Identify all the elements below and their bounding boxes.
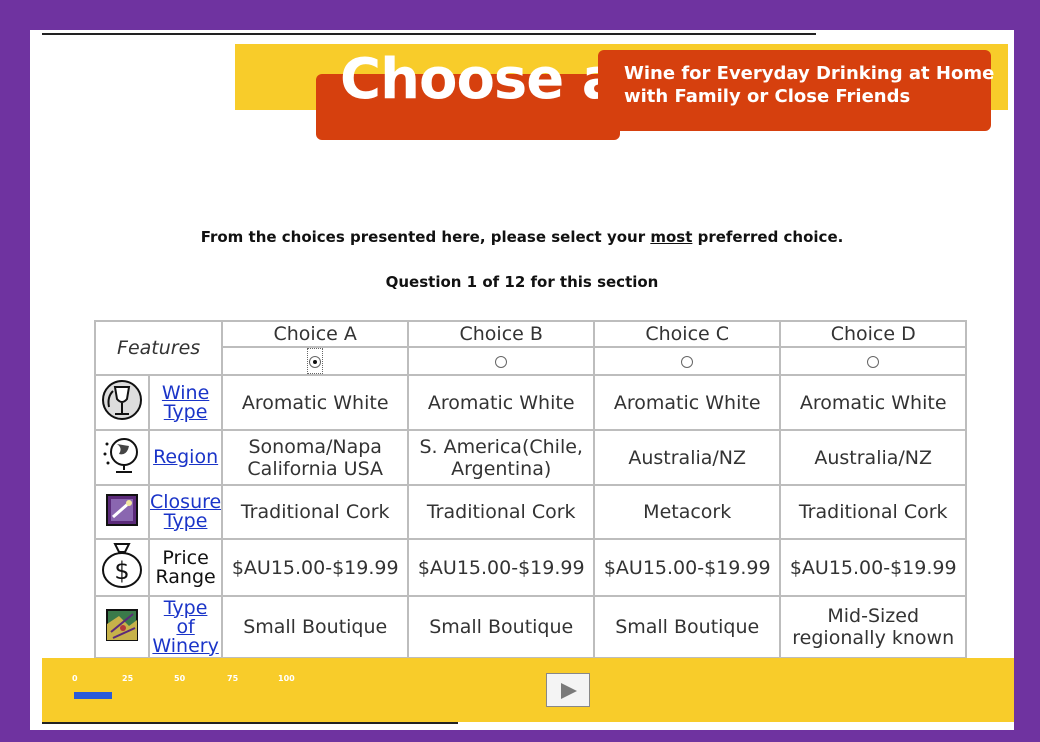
closure-d: Traditional Cork: [779, 484, 968, 540]
choice-a-radio[interactable]: [309, 355, 322, 368]
banner-subtitle-line2: with Family or Close Friends: [624, 86, 911, 107]
closure-type-label[interactable]: Closure Type: [147, 484, 224, 540]
play-icon: [561, 683, 577, 699]
table-row: Wine Type Aromatic White Aromatic White A…: [94, 374, 968, 431]
question-counter: Question 1 of 12 for this section: [385, 273, 659, 291]
region-a: Sonoma/Napa California USA: [221, 429, 410, 486]
closure-a: Traditional Cork: [221, 484, 410, 540]
choice-d-radio[interactable]: [867, 355, 880, 368]
progress-tick: 100: [278, 674, 295, 683]
instruction-emphasis: most: [650, 228, 693, 246]
choice-c-header: Choice C: [593, 320, 782, 348]
banner-subtitle-line1: Wine for Everyday Drinking at Home: [624, 63, 995, 84]
choice-c-radio-cell: [593, 346, 782, 376]
price-c: $AU15.00-$19.99: [593, 538, 782, 597]
choice-b-header: Choice B: [407, 320, 596, 348]
region-link[interactable]: Region: [153, 446, 218, 468]
region-d: Australia/NZ: [779, 429, 968, 486]
wine-type-label[interactable]: Wine Type: [147, 374, 224, 431]
winery-a: Small Boutique: [221, 595, 410, 659]
progress-tick: 0: [72, 674, 78, 683]
type-of-winery-label[interactable]: Type of Winery: [147, 595, 224, 659]
choice-b-radio[interactable]: [495, 355, 508, 368]
table-row: Type of Winery Small Boutique Small Boutiq…: [94, 595, 968, 659]
instruction-before: From the choices presented here, please …: [200, 228, 651, 246]
wine-type-d: Aromatic White: [779, 374, 968, 431]
closure-type-link[interactable]: Closure Type: [151, 491, 220, 532]
price-b: $AU15.00-$19.99: [407, 538, 596, 597]
choice-b-radio-cell: [407, 346, 596, 376]
winery-c: Small Boutique: [593, 595, 782, 659]
label-line: Type: [163, 400, 208, 423]
price-a: $AU15.00-$19.99: [221, 538, 410, 597]
progress-bar: [74, 692, 112, 699]
label-line: Range: [155, 565, 216, 588]
progress-tick: 75: [227, 674, 239, 683]
money-bag-icon: $: [94, 538, 150, 597]
svg-text:$: $: [114, 557, 129, 585]
banner-title: Choose a: [340, 47, 620, 112]
choice-a-radio-cell: [221, 346, 410, 376]
choice-c-radio[interactable]: [681, 355, 694, 368]
vineyard-map-icon: [94, 595, 150, 659]
price-d: $AU15.00-$19.99: [779, 538, 968, 597]
closure-c: Metacork: [593, 484, 782, 540]
features-header: Features: [93, 320, 224, 376]
wine-type-b: Aromatic White: [407, 374, 596, 431]
footer-bar: 0 25 50 75 100: [42, 658, 1014, 722]
wine-type-c: Aromatic White: [593, 374, 782, 431]
label-line: Winery: [152, 634, 219, 657]
wine-type-a: Aromatic White: [221, 374, 410, 431]
table-row: $ Price Range $AU15.00-$19.99 $AU15.00-$1…: [94, 538, 968, 597]
closure-b: Traditional Cork: [407, 484, 596, 540]
banner-subtitle: Wine for Everyday Drinking at Home with …: [598, 50, 995, 131]
table-row: Region Sonoma/Napa California USA S. Ame…: [94, 429, 968, 486]
choice-d-header: Choice D: [779, 320, 968, 348]
globe-icon: [94, 429, 150, 486]
region-b: S. America(Chile, Argentina): [407, 429, 596, 486]
wine-type-link[interactable]: Wine Type: [162, 382, 209, 423]
wine-glass-icon: [94, 374, 150, 431]
label-line: Type: [163, 510, 208, 532]
price-range-label: Price Range: [147, 538, 224, 597]
bottom-divider: [42, 722, 458, 724]
choice-a-header: Choice A: [221, 320, 410, 348]
progress-tick: 25: [122, 674, 134, 683]
table-row: Closure Type Traditional Cork Traditional…: [94, 484, 968, 540]
instruction-after: preferred choice.: [692, 228, 844, 246]
winery-b: Small Boutique: [407, 595, 596, 659]
top-divider: [42, 33, 816, 35]
region-label[interactable]: Region: [147, 429, 224, 486]
type-of-winery-link[interactable]: Type of Winery: [152, 598, 219, 657]
survey-page: Choose a Wine for Everyday Drinking at H…: [30, 30, 1014, 730]
choice-table: Features Choice A Choice B Choice C Choi…: [93, 320, 968, 659]
choice-d-radio-cell: [779, 346, 968, 376]
instruction-text: From the choices presented here, please …: [30, 228, 1014, 246]
region-c: Australia/NZ: [593, 429, 782, 486]
next-button[interactable]: [546, 673, 590, 707]
progress-tick: 50: [174, 674, 186, 683]
cork-icon: [94, 484, 150, 540]
winery-d: Mid-Sized regionally known: [779, 595, 968, 659]
